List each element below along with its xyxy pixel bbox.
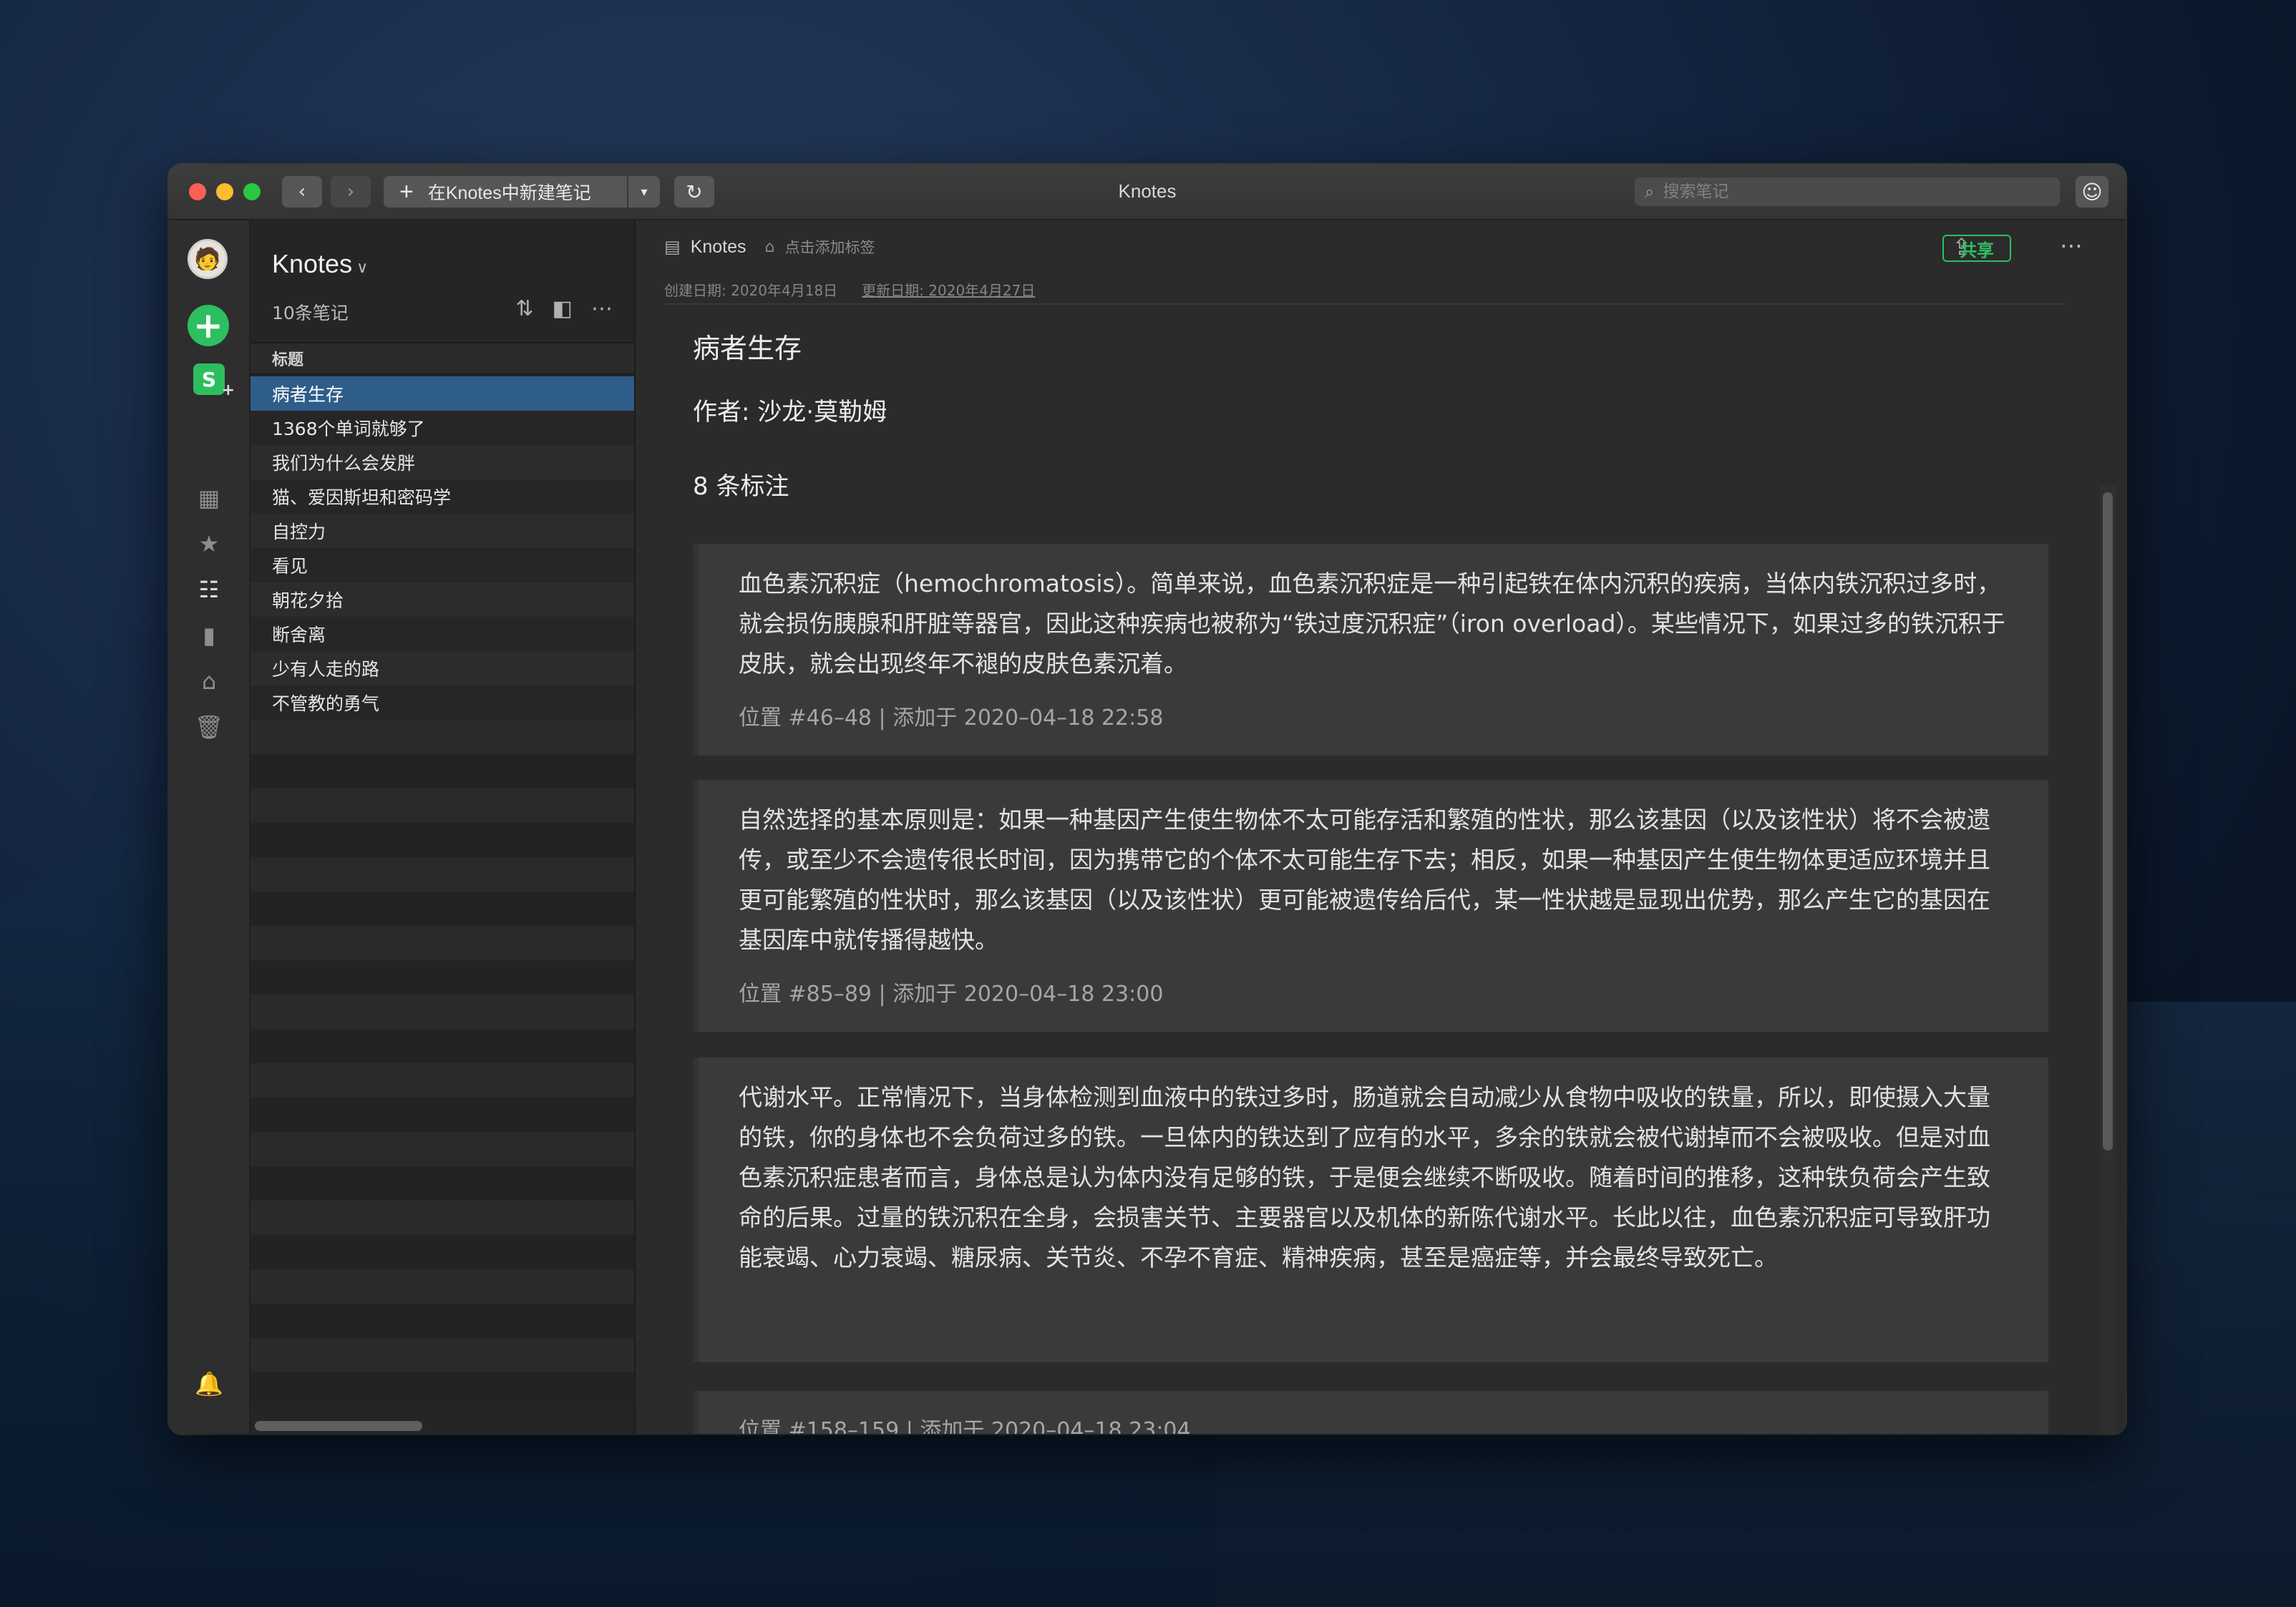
add-tag-hint[interactable]: 点击添加标签 (785, 236, 875, 258)
note-editor-pane: ▤ Knotes ⌂ 点击添加标签 ⇪ 共享 ⋯ 创建日期: 2020年4月18… (636, 220, 2126, 1434)
note-list-item[interactable]: 看见 (250, 548, 634, 582)
share-button[interactable]: 共享 (1942, 235, 2011, 262)
note-list-item[interactable]: 断舍离 (250, 617, 634, 651)
highlight-text: 代谢水平。正常情况下，当身体检测到血液中的铁过多时，肠道就会自动减少从食物中吸收… (739, 1083, 1990, 1271)
trash-icon[interactable]: 🗑 (188, 708, 230, 746)
list-column-header[interactable]: 标题 (250, 342, 634, 375)
note-list-pane: Knotes ∨ 10条笔记 ⇅ ◧ ⋯ 标题 病者生存 1368个单词就够了 我们为… (250, 220, 636, 1434)
account-button[interactable]: ☺ (2076, 176, 2108, 207)
empty-list-row (250, 1063, 634, 1098)
notebook-icon: ▤ (664, 237, 681, 257)
note-count: 10条笔记 (272, 303, 349, 323)
notebook-selector[interactable]: Knotes ∨ (272, 249, 368, 279)
more-options-icon[interactable]: ⋯ (591, 296, 613, 321)
empty-list-row (250, 823, 634, 857)
created-date: 创建日期: 2020年4月18日 (664, 282, 838, 299)
smiley-icon: ☺ (2081, 180, 2103, 204)
titlebar: ‹ › + 在Knotes中新建笔记 ▾ ↻ Knotes ⌕ ☺ (169, 165, 2126, 220)
note-list-item[interactable]: 自控力 (250, 514, 634, 548)
shortcuts-grid-icon[interactable]: ▦ (188, 479, 230, 517)
empty-list-row (250, 1132, 634, 1166)
notes-icon[interactable]: ☷ (188, 571, 230, 608)
breadcrumb-notebook[interactable]: Knotes (691, 237, 746, 258)
empty-list-row (250, 960, 634, 995)
note-list-item[interactable]: 朝花夕拾 (250, 582, 634, 617)
breadcrumb: ▤ Knotes ⌂ 点击添加标签 (664, 236, 875, 258)
add-note-button[interactable]: + (188, 305, 229, 346)
empty-list-row (250, 1166, 634, 1201)
app-window: ‹ › + 在Knotes中新建笔记 ▾ ↻ Knotes ⌕ ☺ 🧑 + S+… (169, 165, 2126, 1434)
note-list: 病者生存 1368个单词就够了 我们为什么会发胖 猫、爱因斯坦和密码学 自控力 看见 朝花夕… (250, 376, 634, 1407)
empty-list-row (250, 1098, 634, 1132)
chevron-down-icon: ∨ (356, 258, 369, 276)
highlight-text: 血色素沉积症（hemochromatosis）。简单来说，血色素沉积症是一种引起… (739, 570, 2005, 678)
note-list-item[interactable]: 不管教的勇气 (250, 685, 634, 720)
note-author[interactable]: 作者: 沙龙·莫勒姆 (693, 392, 887, 427)
star-icon[interactable]: ★ (188, 525, 230, 562)
empty-list-row (250, 1304, 634, 1338)
sort-icon[interactable]: ⇅ (516, 296, 534, 321)
empty-list-row (250, 1235, 634, 1269)
highlight-count[interactable]: 8 条标注 (693, 467, 789, 502)
empty-list-row (250, 1201, 634, 1235)
highlight-meta: 位置 #46–48 | 添加于 2020–04–18 22:58 (739, 705, 1164, 731)
view-layout-icon[interactable]: ◧ (553, 296, 573, 321)
empty-list-row (250, 926, 634, 960)
empty-list-row (250, 1338, 634, 1372)
empty-list-row (250, 788, 634, 823)
empty-list-row (250, 892, 634, 926)
note-list-item[interactable]: 1368个单词就够了 (250, 411, 634, 445)
note-list-item[interactable]: 少有人走的路 (250, 651, 634, 685)
empty-list-row (250, 754, 634, 788)
empty-list-row (250, 720, 634, 754)
highlight-block[interactable]: 血色素沉积症（hemochromatosis）。简单来说，血色素沉积症是一种引起… (693, 544, 2048, 756)
note-list-item[interactable]: 我们为什么会发胖 (250, 445, 634, 479)
empty-list-row (250, 995, 634, 1029)
search-box[interactable]: ⌕ (1635, 177, 2060, 206)
horizontal-scrollbar[interactable] (255, 1421, 422, 1431)
list-toolbar: ⇅ ◧ ⋯ (516, 296, 613, 321)
work-chat-button[interactable]: S + (193, 363, 235, 399)
notebook-title: Knotes (272, 249, 353, 278)
vertical-scrollbar[interactable] (2103, 492, 2113, 1151)
notebooks-icon[interactable]: ▮ (188, 617, 230, 654)
tag-icon[interactable]: ⌂ (188, 663, 230, 700)
tag-icon: ⌂ (764, 238, 775, 256)
highlight-block[interactable]: 自然选择的基本原则是：如果一种基因产生使生物体不太可能存活和繁殖的性状，那么该基… (693, 780, 2048, 1032)
highlight-block[interactable]: 位置 #158–159 | 添加于 2020–04–18 23:04 (693, 1391, 2048, 1434)
highlight-meta: 位置 #158–159 | 添加于 2020–04–18 23:04 (739, 1418, 1191, 1434)
highlight-block[interactable]: 代谢水平。正常情况下，当身体检测到血液中的铁过多时，肠道就会自动减少从食物中吸收… (693, 1058, 2048, 1362)
empty-list-row (250, 1372, 634, 1407)
search-icon: ⌕ (1645, 182, 1655, 202)
note-list-item[interactable]: 猫、爱因斯坦和密码学 (250, 479, 634, 514)
updated-date[interactable]: 更新日期: 2020年4月27日 (862, 279, 1035, 303)
empty-list-row (250, 857, 634, 892)
note-list-item[interactable]: 病者生存 (250, 376, 634, 411)
note-dates: 创建日期: 2020年4月18日 更新日期: 2020年4月27日 (664, 279, 2066, 305)
bell-icon[interactable]: 🔔 (188, 1365, 230, 1402)
icon-rail: 🧑 + S + ▦ ★ ☷ ▮ ⌂ 🗑 🔔 (169, 220, 250, 1434)
note-title[interactable]: 病者生存 (693, 326, 802, 366)
more-options-icon[interactable]: ⋯ (2060, 232, 2084, 259)
highlight-meta: 位置 #85–89 | 添加于 2020–04–18 23:00 (739, 982, 1164, 1007)
search-input[interactable] (1661, 182, 2037, 202)
empty-list-row (250, 1029, 634, 1063)
avatar[interactable]: 🧑 (188, 239, 228, 279)
empty-list-row (250, 1269, 634, 1304)
highlight-text: 自然选择的基本原则是：如果一种基因产生使生物体不太可能存活和繁殖的性状，那么该基… (739, 806, 1990, 954)
